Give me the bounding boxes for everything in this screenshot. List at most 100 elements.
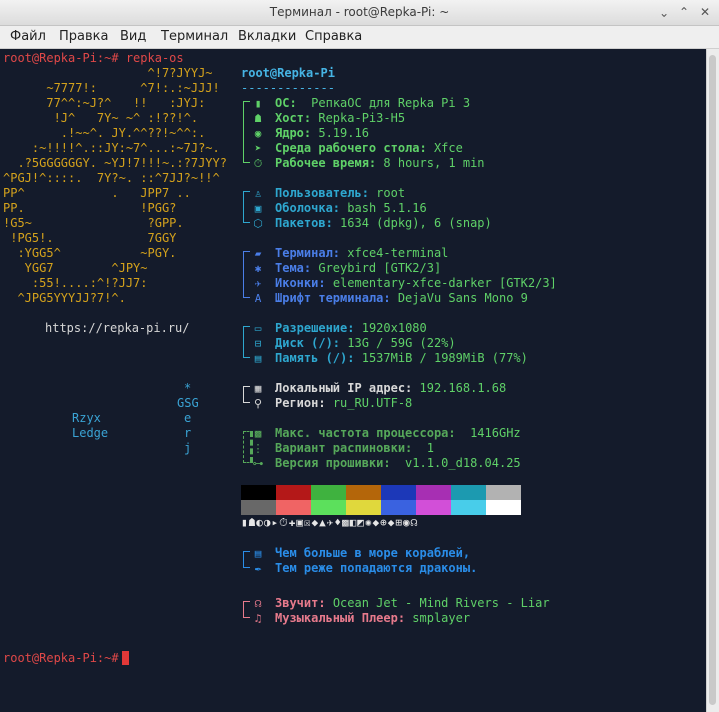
info-label: Оболочка:	[275, 201, 341, 215]
info-label: ОС:	[275, 96, 297, 110]
info-value: Ocean Jet - Mind Rivers - Liar	[332, 596, 550, 610]
info-label: Среда рабочего стола:	[275, 141, 427, 155]
ascii-line: 77^^:~J?^ !! :JYJ:	[3, 96, 206, 110]
group-bracket	[243, 386, 250, 403]
menu-view[interactable]: Вид	[120, 29, 146, 44]
info-label: Пользователь:	[275, 186, 369, 200]
scrollbar[interactable]	[706, 49, 719, 712]
font-icon: A	[254, 292, 262, 305]
info-label: Тема:	[275, 261, 312, 275]
ascii-line: ~7777!: ^7!:.:~JJJ!	[3, 81, 220, 95]
palette-swatch	[346, 485, 381, 500]
close-button[interactable]: ✕	[696, 3, 714, 21]
pinout-icon: ⋮	[252, 442, 264, 455]
scrollbar-thumb[interactable]	[709, 55, 716, 705]
quote-text: Тем реже попадаются драконы.	[275, 561, 478, 575]
info-label: Регион:	[275, 396, 326, 410]
ascii-line: ^!7?JYYJ~	[3, 66, 213, 80]
info-value: 5.19.16	[318, 126, 369, 140]
hdd-icon: ▮	[254, 97, 262, 110]
info-value: 8 hours, 1 min	[383, 156, 485, 170]
palette-swatch	[486, 485, 521, 500]
info-value: root	[376, 186, 406, 200]
palette-swatch	[241, 500, 276, 515]
info-value: 1416GHz	[462, 426, 521, 440]
info-row: Память (/): 1537MiB / 1989MiB (77%)	[275, 351, 528, 366]
info-label: Звучит:	[275, 596, 326, 610]
group-bracket	[243, 191, 250, 223]
terminal-area[interactable]: root@Repka-Pi:~# repka-os ^!7?JYYJ~ ~777…	[0, 49, 707, 712]
minimize-icon: ⌃	[658, 5, 670, 19]
info-row: Версия прошивки: v1.1.0_d18.04.25	[275, 456, 521, 471]
scroll-icon: ▤	[254, 547, 262, 560]
info-value: 192.168.1.68	[419, 381, 507, 395]
minimize-button[interactable]: ⌃	[655, 3, 673, 21]
info-value: 13G / 59G (22%)	[347, 336, 456, 350]
location-icon: ⚲	[253, 397, 263, 410]
group-bracket	[243, 601, 250, 618]
mouse-icon: ➤	[254, 142, 262, 155]
info-row: Разрешение: 1920x1080	[275, 321, 427, 336]
left-vertical: *	[184, 381, 192, 395]
disk-icon: ⊟	[254, 337, 262, 350]
quill-icon: ✒	[254, 562, 262, 575]
left-label: Rzyx	[72, 411, 101, 425]
menu-edit[interactable]: Правка	[59, 29, 108, 44]
package-icon: ⬡	[253, 217, 263, 230]
maximize-button[interactable]: ⌃	[675, 3, 693, 21]
icons-icon: ✈	[254, 277, 262, 290]
info-row: Пакетов: 1634 (dpkg), 6 (snap)	[275, 216, 492, 231]
prompt-line: root@Repka-Pi:~# repka-os	[3, 51, 184, 66]
group-bracket	[243, 101, 250, 163]
icon-strip: ▮☗◐◑▸⏱✚▣☒◆▲✈♦▩◧◩✺◆⊕◆⊞◉☊	[241, 516, 419, 529]
info-label: Версия прошивки:	[275, 456, 391, 470]
info-value: 1634 (dpkg), 6 (snap)	[340, 216, 492, 230]
left-vertical: j	[184, 441, 192, 455]
info-value: Greybird [GTK2/3]	[318, 261, 442, 275]
quote-line: Чем больше в море кораблей,	[275, 546, 470, 561]
info-label: Разрешение:	[275, 321, 355, 335]
info-label: Локальный IP адрес:	[275, 381, 413, 395]
info-row: Музыкальный Плеер: smplayer	[275, 611, 470, 626]
info-row: Вариант распиновки: 1	[275, 441, 434, 456]
info-row: Рабочее время: 8 hours, 1 min	[275, 156, 485, 171]
ascii-line: .?5GGGGGGY. ~YJ!7!!!~.:?7JYY?	[3, 156, 227, 170]
theme-icon: ✱	[254, 262, 262, 275]
left-vertical: e	[184, 411, 192, 425]
info-label: Хост:	[275, 111, 312, 125]
timer-icon: ⏱	[253, 157, 263, 170]
ascii-line: !G5~ ?GPP.	[3, 216, 184, 230]
ascii-line: :~!!!!^.::JY:~7^...:~7J?~.	[3, 141, 220, 155]
info-label: Вариант распиновки:	[275, 441, 413, 455]
info-value: smplayer	[412, 611, 471, 625]
title-bar: Терминал - root@Repka-Pi: ~ ⌃ ⌃ ✕	[0, 0, 719, 26]
headphones-icon: ☊	[254, 597, 262, 610]
menu-terminal[interactable]: Терминал	[161, 29, 228, 44]
info-value: Repka-Pi3-H5	[318, 111, 406, 125]
info-value: 1537MiB / 1989MiB (77%)	[361, 351, 528, 365]
group-bracket	[243, 251, 250, 298]
ascii-line: ^PGJ!^::::. 7Y?~. ::^7JJ?~!!^	[3, 171, 220, 185]
menu-file[interactable]: Файл	[10, 29, 46, 44]
info-label: Диск (/):	[275, 336, 341, 350]
left-label: Ledge	[72, 426, 109, 440]
info-label: Ядро:	[275, 126, 312, 140]
close-icon: ✕	[699, 5, 711, 19]
info-row: Звучит: Ocean Jet - Mind Rivers - Liar	[275, 596, 550, 611]
info-label: Шрифт терминала:	[275, 291, 391, 305]
menu-help[interactable]: Справка	[305, 29, 362, 44]
left-vertical: r	[184, 426, 192, 440]
info-value: РепкаОС для Repka Pi 3	[311, 96, 471, 110]
info-label: Терминал:	[275, 246, 341, 260]
info-row: Тема: Greybird [GTK2/3]	[275, 261, 441, 276]
info-row: Терминал: xfce4-terminal	[275, 246, 448, 261]
palette-swatch	[416, 485, 451, 500]
penguin-icon: ☗	[254, 112, 262, 125]
website-url: https://repka-pi.ru/	[45, 321, 190, 335]
ascii-line: :55!....:^!?JJ7:	[3, 276, 148, 290]
palette-swatch	[381, 485, 416, 500]
menu-tabs[interactable]: Вкладки	[238, 29, 296, 44]
user-icon: ♙	[254, 187, 262, 200]
info-value: DejaVu Sans Mono 9	[397, 291, 528, 305]
info-row: Локальный IP адрес: 192.168.1.68	[275, 381, 506, 396]
